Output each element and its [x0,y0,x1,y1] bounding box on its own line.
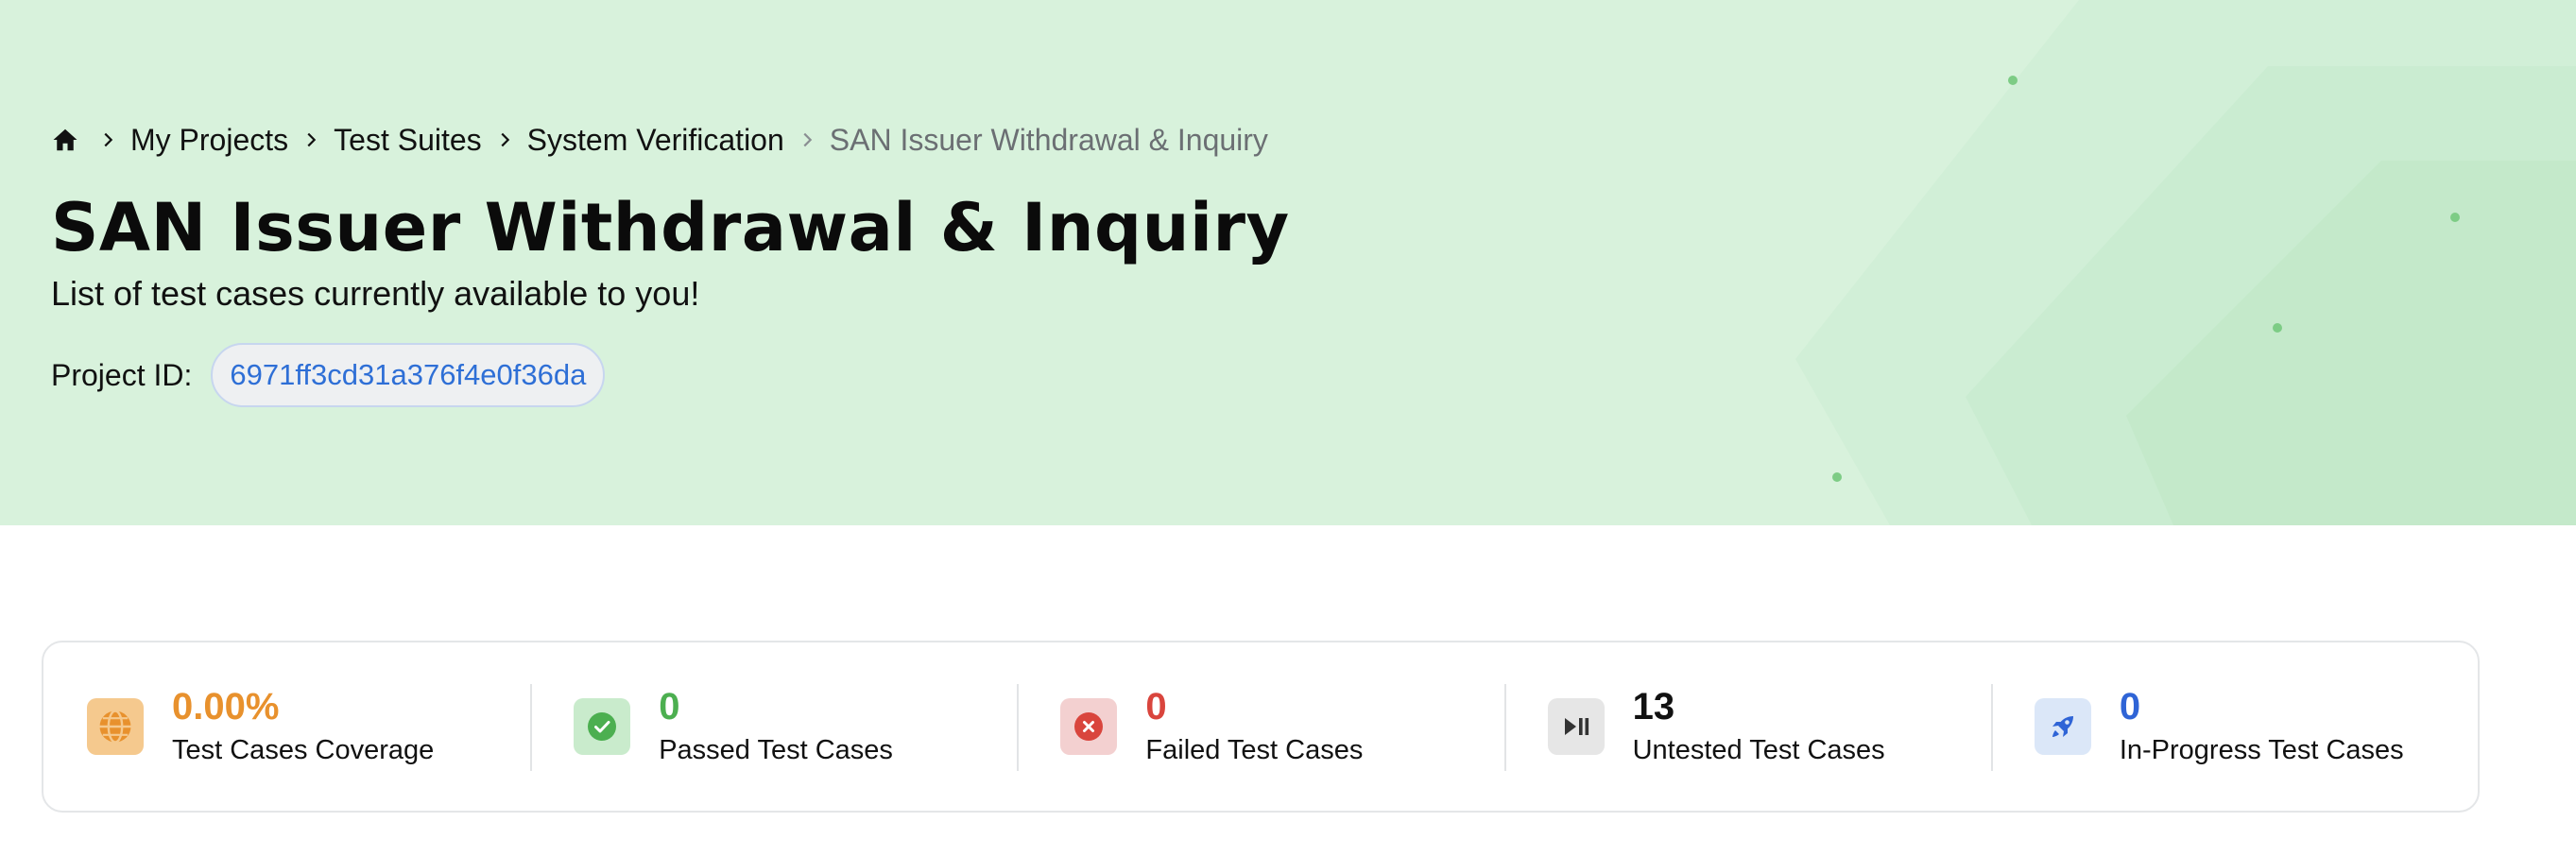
stat-coverage: 0.00% Test Cases Coverage [43,642,530,811]
stat-label: Passed Test Cases [659,735,893,765]
stat-value: 0 [1145,686,1167,728]
stat-value: 0 [659,686,680,728]
project-id-row: Project ID: 6971ff3cd31a376f4e0f36da [51,342,606,408]
chevron-right-icon [784,117,830,163]
stat-value: 0 [2119,686,2141,728]
breadcrumb-test-suites[interactable]: Test Suites [334,123,482,158]
breadcrumb: My Projects Test Suites System Verificat… [51,117,1268,163]
stats-card: 0.00% Test Cases Coverage 0 Passed Test … [42,641,2480,813]
breadcrumb-system-verification[interactable]: System Verification [527,123,784,158]
stat-label: Test Cases Coverage [172,735,435,765]
stat-failed: 0 Failed Test Cases [1017,642,1503,811]
stat-label: In-Progress Test Cases [2119,735,2404,765]
page-subtitle: List of test cases currently available t… [51,274,700,313]
page-title: SAN Issuer Withdrawal & Inquiry [51,189,1290,266]
rocket-icon [2034,698,2091,755]
chevron-right-icon [482,117,527,163]
x-circle-icon [1060,698,1118,755]
chevron-right-icon [85,117,130,163]
home-icon[interactable] [51,126,79,154]
breadcrumb-my-projects[interactable]: My Projects [130,123,288,158]
check-circle-icon [574,698,631,755]
stat-untested: 13 Untested Test Cases [1503,642,1991,811]
stat-in-progress: 0 In-Progress Test Cases [1990,642,2478,811]
stat-value: 13 [1632,686,1675,728]
stat-value: 0.00% [172,686,280,728]
page-header-banner: My Projects Test Suites System Verificat… [0,0,2576,525]
globe-icon [87,698,144,755]
chevron-right-icon [288,117,334,163]
breadcrumb-current: SAN Issuer Withdrawal & Inquiry [829,122,1268,157]
project-id-chip[interactable]: 6971ff3cd31a376f4e0f36da [211,343,606,407]
stat-passed: 0 Passed Test Cases [530,642,1017,811]
stat-label: Untested Test Cases [1632,735,1885,765]
stat-label: Failed Test Cases [1145,735,1364,765]
project-id-label: Project ID: [51,357,193,392]
play-pause-icon [1547,698,1605,755]
